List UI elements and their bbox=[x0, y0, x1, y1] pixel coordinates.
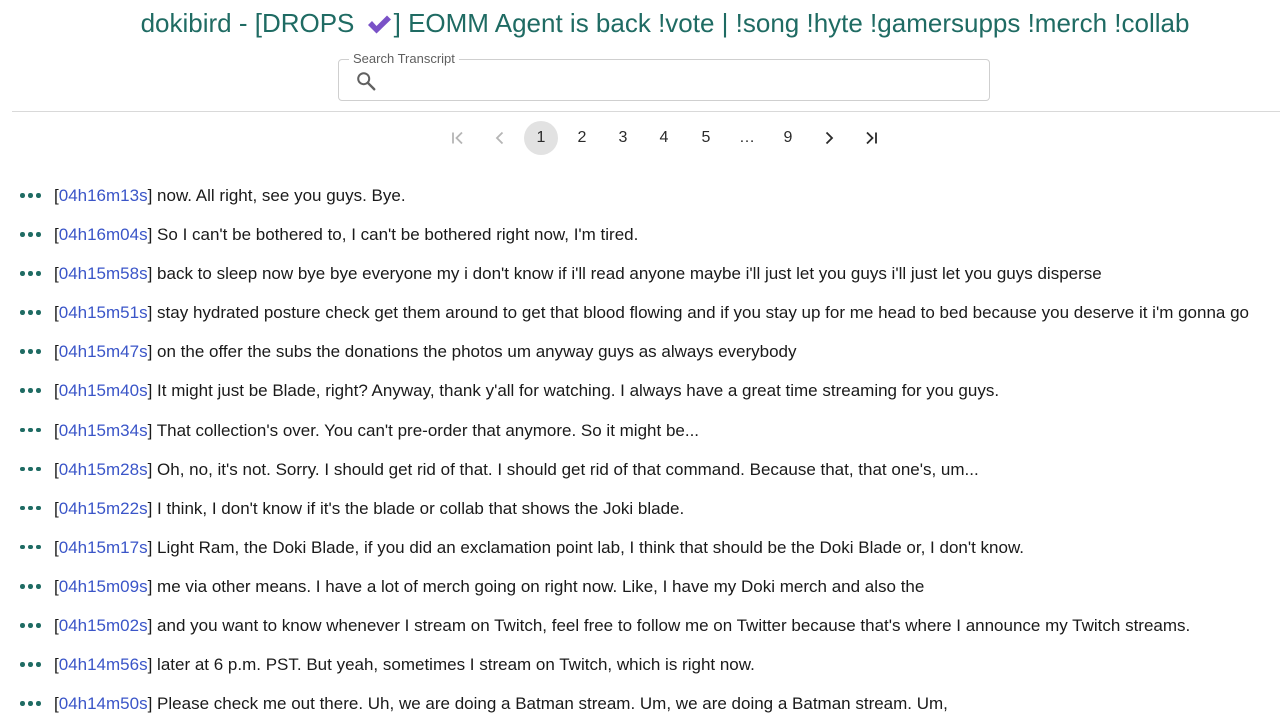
more-horizontal-icon[interactable] bbox=[20, 505, 42, 512]
more-horizontal-icon[interactable] bbox=[20, 427, 42, 434]
more-horizontal-icon[interactable] bbox=[20, 544, 42, 551]
first-page-button[interactable] bbox=[441, 121, 475, 155]
page-title: dokibird - [DROPS ] EOMM Agent is back !… bbox=[0, 6, 1280, 43]
search-label: Search Transcript bbox=[349, 51, 459, 67]
more-horizontal-icon[interactable] bbox=[20, 466, 42, 473]
transcript-text-row: [04h15m09s] me via other means. I have a… bbox=[54, 576, 925, 596]
heavy-check-mark-icon bbox=[366, 9, 392, 43]
transcript-line: [04h14m50s] Please check me out there. U… bbox=[0, 684, 1280, 720]
transcript-line: [04h16m04s] So I can't be bothered to, I… bbox=[0, 215, 1280, 254]
timestamp-link[interactable]: 04h15m40s bbox=[59, 381, 148, 400]
transcript-page: dokibird - [DROPS ] EOMM Agent is back !… bbox=[0, 0, 1280, 720]
transcript-line: [04h15m28s] Oh, no, it's not. Sorry. I s… bbox=[0, 450, 1280, 489]
transcript-text: me via other means. I have a lot of merc… bbox=[157, 576, 925, 596]
page-button-9[interactable]: 9 bbox=[771, 121, 805, 155]
timestamp-link[interactable]: 04h15m58s bbox=[59, 264, 148, 283]
page-button-5[interactable]: 5 bbox=[689, 121, 723, 155]
more-horizontal-icon[interactable] bbox=[20, 662, 42, 668]
more-horizontal-icon[interactable] bbox=[20, 701, 42, 707]
transcript-text: on the offer the subs the donations the … bbox=[157, 342, 797, 362]
timestamp-link[interactable]: 04h15m28s bbox=[59, 460, 148, 479]
page-button-3[interactable]: 3 bbox=[606, 121, 640, 155]
timestamp-link[interactable]: 04h14m50s bbox=[59, 694, 148, 713]
transcript-list: [04h16m13s] now. All right, see you guys… bbox=[0, 176, 1280, 720]
transcript-line: [04h15m02s] and you want to know wheneve… bbox=[0, 606, 1280, 645]
timestamp-link[interactable]: 04h15m02s bbox=[59, 616, 148, 635]
transcript-line: [04h15m51s] stay hydrated posture check … bbox=[0, 293, 1280, 332]
transcript-text: back to sleep now bye bye everyone my i … bbox=[157, 264, 1102, 284]
transcript-text-row: [04h16m04s] So I can't be bothered to, I… bbox=[54, 225, 639, 245]
transcript-line: [04h15m34s] That collection's over. You … bbox=[0, 411, 1280, 450]
transcript-text-row: [04h16m13s] now. All right, see you guys… bbox=[54, 186, 406, 205]
previous-page-button[interactable] bbox=[483, 121, 517, 155]
transcript-text-row: [04h15m51s] stay hydrated posture check … bbox=[54, 303, 1249, 323]
transcript-line: [04h15m22s] I think, I don't know if it'… bbox=[0, 489, 1280, 528]
timestamp-link[interactable]: 04h16m04s bbox=[59, 225, 148, 244]
transcript-line: [04h16m13s] now. All right, see you guys… bbox=[0, 176, 1280, 215]
timestamp-link[interactable]: 04h16m13s bbox=[59, 186, 148, 205]
search-field[interactable]: Search Transcript bbox=[338, 51, 990, 101]
transcript-text-row: [04h15m17s] Light Ram, the Doki Blade, i… bbox=[54, 537, 1025, 557]
transcript-line: [04h14m56s] later at 6 p.m. PST. But yea… bbox=[0, 645, 1280, 684]
transcript-text-row: [04h15m40s] It might just be Blade, righ… bbox=[54, 381, 1000, 401]
transcript-text-row: [04h15m22s] I think, I don't know if it'… bbox=[54, 498, 685, 518]
more-horizontal-icon[interactable] bbox=[20, 349, 42, 355]
timestamp-link[interactable]: 04h15m47s bbox=[59, 342, 148, 361]
page-button-4[interactable]: 4 bbox=[647, 121, 681, 155]
transcript-text: later at 6 p.m. PST. But yeah, sometimes… bbox=[157, 655, 755, 675]
pagination: 1 2 3 4 5 … 9 bbox=[0, 121, 1280, 155]
more-horizontal-icon[interactable] bbox=[20, 623, 42, 629]
transcript-text: and you want to know whenever I stream o… bbox=[157, 616, 1191, 636]
transcript-line: [04h15m40s] It might just be Blade, righ… bbox=[0, 371, 1280, 410]
next-page-button[interactable] bbox=[812, 121, 846, 155]
transcript-text: It might just be Blade, right? Anyway, t… bbox=[157, 381, 1000, 401]
timestamp-link[interactable]: 04h14m56s bbox=[59, 655, 148, 674]
more-horizontal-icon[interactable] bbox=[20, 310, 42, 316]
page-button-1[interactable]: 1 bbox=[524, 121, 558, 155]
timestamp-link[interactable]: 04h15m22s bbox=[59, 499, 148, 518]
transcript-text-row: [04h14m56s] later at 6 p.m. PST. But yea… bbox=[54, 655, 755, 675]
transcript-line: [04h15m09s] me via other means. I have a… bbox=[0, 567, 1280, 606]
more-horizontal-icon[interactable] bbox=[20, 193, 42, 199]
search-icon bbox=[355, 70, 377, 92]
last-page-button[interactable] bbox=[854, 121, 888, 155]
transcript-text-row: [04h15m28s] Oh, no, it's not. Sorry. I s… bbox=[54, 459, 979, 479]
transcript-text: Light Ram, the Doki Blade, if you did an… bbox=[157, 537, 1025, 557]
transcript-text: now. All right, see you guys. Bye. bbox=[157, 186, 406, 205]
transcript-text-row: [04h15m47s] on the offer the subs the do… bbox=[54, 342, 797, 362]
timestamp-link[interactable]: 04h15m09s bbox=[59, 577, 148, 596]
transcript-line: [04h15m47s] on the offer the subs the do… bbox=[0, 332, 1280, 371]
divider bbox=[12, 111, 1280, 112]
timestamp-link[interactable]: 04h15m51s bbox=[59, 303, 148, 322]
more-horizontal-icon[interactable] bbox=[20, 271, 42, 277]
transcript-text-row: [04h14m50s] Please check me out there. U… bbox=[54, 694, 948, 714]
transcript-text-row: [04h15m02s] and you want to know wheneve… bbox=[54, 616, 1191, 636]
transcript-text: stay hydrated posture check get them aro… bbox=[157, 303, 1249, 323]
timestamp-link[interactable]: 04h15m17s bbox=[59, 538, 148, 557]
search-input[interactable] bbox=[387, 66, 981, 96]
timestamp-link[interactable]: 04h15m34s bbox=[59, 421, 148, 440]
transcript-text: Oh, no, it's not. Sorry. I should get ri… bbox=[157, 459, 979, 479]
transcript-line: [04h15m58s] back to sleep now bye bye ev… bbox=[0, 254, 1280, 293]
transcript-text: That collection's over. You can't pre-or… bbox=[156, 420, 700, 440]
page-button-2[interactable]: 2 bbox=[565, 121, 599, 155]
transcript-text-row: [04h15m58s] back to sleep now bye bye ev… bbox=[54, 264, 1102, 284]
page-ellipsis: … bbox=[739, 129, 755, 146]
transcript-text: Please check me out there. Uh, we are do… bbox=[157, 694, 948, 714]
title-after: ] EOMM Agent is back !vote | !song !hyte… bbox=[393, 8, 1190, 38]
title-before: dokibird - [DROPS bbox=[140, 8, 355, 38]
transcript-line: [04h15m17s] Light Ram, the Doki Blade, i… bbox=[0, 528, 1280, 567]
more-horizontal-icon[interactable] bbox=[20, 388, 42, 394]
transcript-text: I think, I don't know if it's the blade … bbox=[157, 498, 685, 518]
transcript-text-row: [04h15m34s] That collection's over. You … bbox=[54, 420, 700, 440]
transcript-text: So I can't be bothered to, I can't be bo… bbox=[157, 225, 639, 245]
more-horizontal-icon[interactable] bbox=[20, 583, 42, 590]
more-horizontal-icon[interactable] bbox=[20, 232, 42, 238]
